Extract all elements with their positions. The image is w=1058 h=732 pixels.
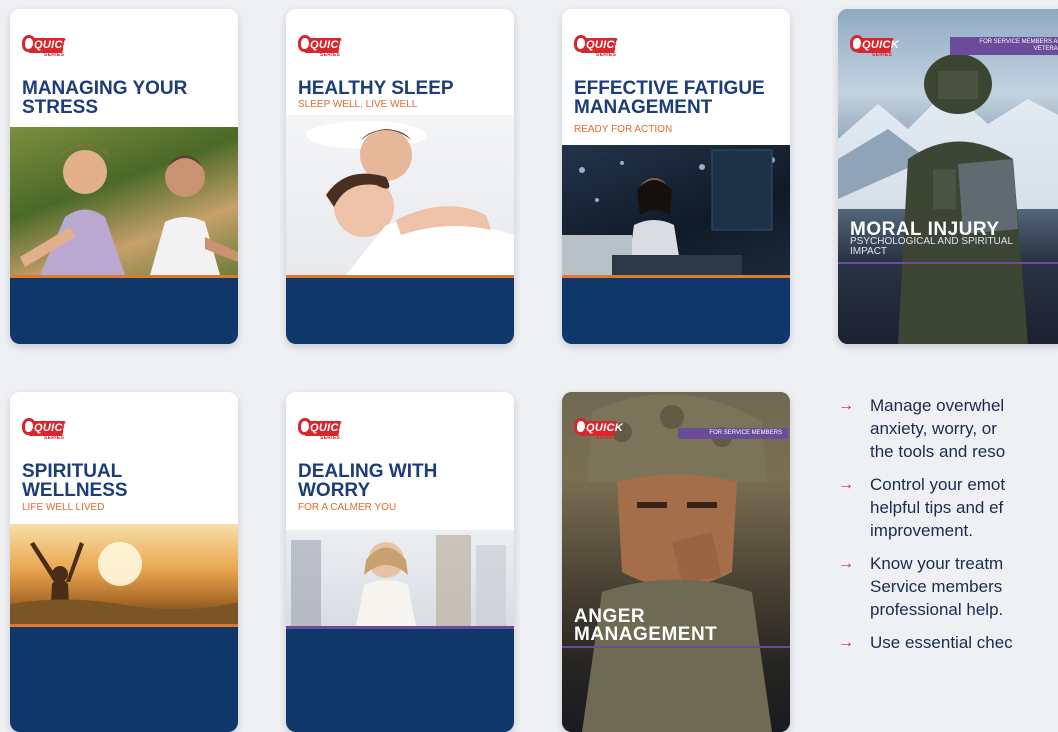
brochure-card-moral-injury[interactable]: QUICK SERIES FOR SERVICE MEMBERS AND VET… [838, 9, 1058, 344]
benefit-item: → Control your emot helpful tips and ef … [838, 475, 1006, 540]
arrow-right-icon: → [838, 555, 854, 572]
brochure-title: MANAGING YOUR STRESS [22, 78, 188, 118]
brochure-card-dealing-with-worry[interactable]: QUICK SERIES DEALING WITH WORRY FOR A CA… [286, 392, 514, 732]
brochure-title: ANGER MANAGEMENT [574, 606, 718, 645]
woman-at-laptop-at-night-photo [562, 145, 790, 275]
quick-series-logo: QUICK SERIES [298, 35, 347, 59]
benefit-item: → Know your treatm Service members profe… [838, 554, 1004, 619]
quick-series-logo: QUICK SERIES [22, 418, 71, 442]
brochure-subtitle: READY FOR ACTION [574, 124, 673, 135]
brochure-card-managing-stress[interactable]: QUICK SERIES MANAGING YOUR STRESS [10, 9, 238, 344]
cover-footer-band [10, 278, 238, 344]
brochure-subtitle: SLEEP WELL, LIVE WELL [298, 99, 418, 110]
accent-stripe [562, 646, 790, 648]
cover-footer-band [562, 278, 790, 344]
brochure-title: HEALTHY SLEEP [298, 78, 454, 99]
brochure-card-anger-management[interactable]: QUICK SERIES FOR SERVICE MEMBERS ANGER M… [562, 392, 790, 732]
quick-series-logo: QUICK SERIES [298, 418, 347, 442]
accent-stripe [838, 262, 1058, 264]
couple-sleeping-photo [286, 115, 514, 275]
brochure-subtitle: FOR A CALMER YOU [298, 502, 397, 513]
quick-series-logo: QUICK SERIES [574, 35, 623, 59]
brochure-card-healthy-sleep[interactable]: QUICK SERIES HEALTHY SLEEP SLEEP WELL, L… [286, 9, 514, 344]
brochure-title: SPIRITUAL WELLNESS [22, 461, 128, 501]
soldier-portrait-photo [562, 392, 790, 732]
benefit-item: → Manage overwhel anxiety, worry, or the… [838, 396, 1006, 461]
soldier-in-mountains-photo [838, 9, 1058, 344]
woman-at-sunrise-photo [10, 524, 238, 624]
brochure-card-fatigue-management[interactable]: QUICK SERIES EFFECTIVE FATIGUE MANAGEMEN… [562, 9, 790, 344]
brochure-subtitle: LIFE WELL LIVED [22, 502, 105, 513]
cover-footer-band [10, 627, 238, 732]
quick-series-logo: QUICK SERIES [22, 35, 71, 59]
arrow-right-icon: → [838, 634, 854, 651]
brochure-card-spiritual-wellness[interactable]: QUICK SERIES SPIRITUAL WELLNESS LIFE WEL… [10, 392, 238, 732]
brochure-title: EFFECTIVE FATIGUE MANAGEMENT [574, 78, 765, 118]
arrow-right-icon: → [838, 397, 854, 414]
woman-in-crowd-photo [286, 530, 514, 626]
brochure-title: DEALING WITH WORRY [298, 461, 438, 501]
audience-tag: FOR SERVICE MEMBERS AND VETERANS [950, 37, 1058, 55]
benefit-item: → Use essential chec [838, 633, 1013, 652]
quick-series-logo: QUICK SERIES [850, 35, 899, 59]
audience-tag: FOR SERVICE MEMBERS [678, 428, 788, 439]
benefits-list: → Manage overwhel anxiety, worry, or the… [834, 394, 1058, 664]
cover-footer-band [286, 278, 514, 344]
woman-and-man-stretching-photo [10, 127, 238, 275]
arrow-right-icon: → [838, 476, 854, 493]
quick-series-logo: QUICK SERIES [574, 418, 623, 442]
brochure-subtitle: PSYCHOLOGICAL AND SPIRITUAL IMPACT [850, 236, 1013, 257]
cover-footer-band [286, 629, 514, 732]
